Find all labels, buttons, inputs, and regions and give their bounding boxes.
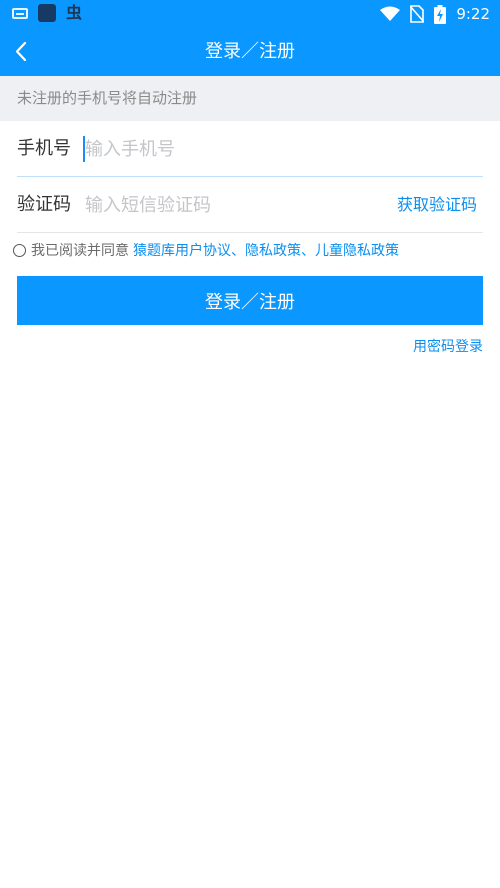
text-caret xyxy=(83,136,85,162)
phone-row: 手机号 xyxy=(17,121,483,177)
status-time: 9:22 xyxy=(456,5,490,23)
wifi-icon xyxy=(380,6,401,21)
status-bar: 虫 9:22 xyxy=(0,0,500,28)
login-register-button[interactable]: 登录／注册 xyxy=(17,276,483,325)
no-sim-icon xyxy=(410,5,425,23)
get-code-button[interactable]: 获取验证码 xyxy=(397,177,477,233)
notice-text: 未注册的手机号将自动注册 xyxy=(17,89,198,107)
battery-charging-icon xyxy=(434,4,447,24)
back-button[interactable] xyxy=(10,36,42,68)
code-row: 验证码 获取验证码 xyxy=(17,177,483,233)
agreement-links[interactable]: 猿题库用户协议、隐私政策、儿童隐私政策 xyxy=(133,240,399,260)
agreement-checkbox[interactable] xyxy=(13,243,26,257)
password-login-link[interactable]: 用密码登录 xyxy=(413,336,483,356)
app-notification-icon xyxy=(38,4,56,22)
agreement-row: 我已阅读并同意 猿题库用户协议、隐私政策、儿童隐私政策 xyxy=(13,238,399,262)
status-system: 9:22 xyxy=(380,4,490,24)
phone-label: 手机号 xyxy=(17,138,71,159)
phone-input[interactable] xyxy=(83,135,383,163)
code-label: 验证码 xyxy=(17,194,71,215)
page-title: 登录／注册 xyxy=(205,41,295,62)
code-input[interactable] xyxy=(83,191,323,219)
keyboard-icon xyxy=(12,7,28,19)
app-header: 登录／注册 xyxy=(0,28,500,76)
bug-icon: 虫 xyxy=(66,3,83,22)
register-notice: 未注册的手机号将自动注册 xyxy=(0,76,500,121)
status-notifications: 虫 xyxy=(12,4,82,22)
agreement-prefix: 我已阅读并同意 xyxy=(31,243,129,259)
chevron-left-icon xyxy=(15,41,27,62)
